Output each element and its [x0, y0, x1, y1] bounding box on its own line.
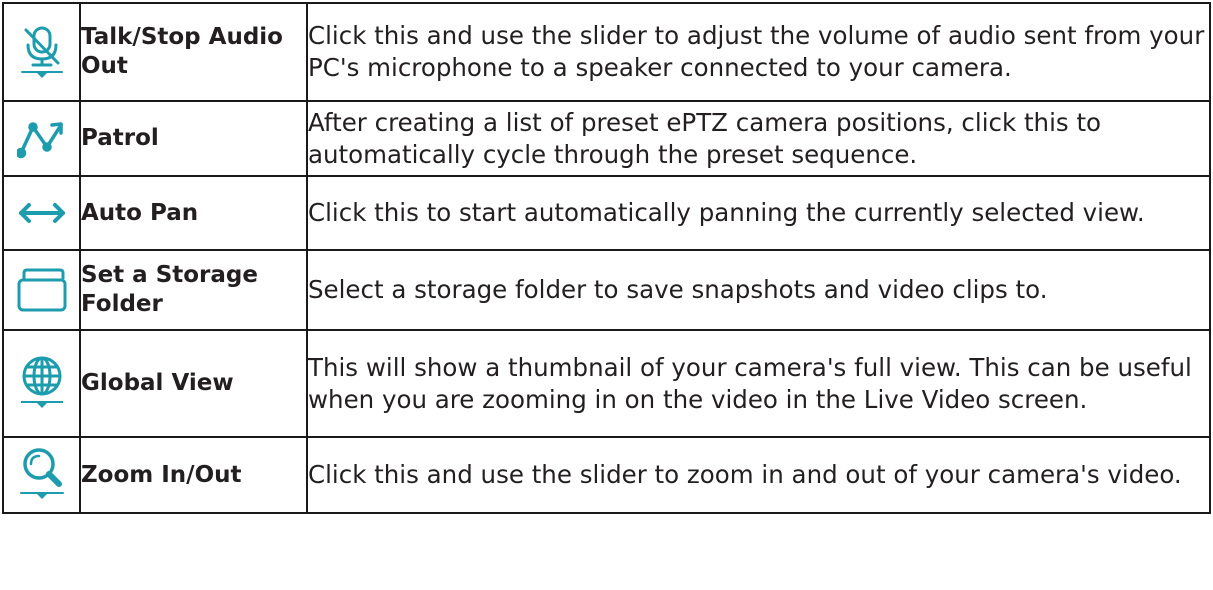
feature-table: Talk/Stop Audio Out Click this and use t… — [2, 2, 1211, 514]
feature-description: Click this to start automatically pannin… — [306, 175, 1211, 251]
icon-cell — [2, 249, 81, 331]
icon-cell — [2, 2, 81, 102]
magnifier-icon[interactable] — [4, 446, 79, 504]
feature-name: Set a Storage Folder — [79, 249, 308, 331]
table-row: Auto Pan Click this to start automatical… — [2, 175, 1211, 251]
feature-name: Zoom In/Out — [79, 436, 308, 514]
table-row: Patrol After creating a list of preset e… — [2, 100, 1211, 177]
icon-cell — [2, 100, 81, 177]
icon-cell — [2, 175, 81, 251]
table-row: Talk/Stop Audio Out Click this and use t… — [2, 2, 1211, 102]
feature-description: Click this and use the slider to adjust … — [306, 2, 1211, 102]
table-row: Zoom In/Out Click this and use the slide… — [2, 436, 1211, 514]
folder-icon[interactable] — [4, 267, 79, 313]
feature-description: Click this and use the slider to zoom in… — [306, 436, 1211, 514]
table-row: Set a Storage Folder Select a storage fo… — [2, 249, 1211, 331]
feature-name: Auto Pan — [79, 175, 308, 251]
feature-description: After creating a list of preset ePTZ cam… — [306, 100, 1211, 177]
icon-cell — [2, 436, 81, 514]
feature-name: Talk/Stop Audio Out — [79, 2, 308, 102]
table-row: Global View This will show a thumbnail o… — [2, 329, 1211, 438]
microphone-mute-icon[interactable] — [4, 25, 79, 79]
feature-description: Select a storage folder to save snapshot… — [306, 249, 1211, 331]
feature-description: This will show a thumbnail of your camer… — [306, 329, 1211, 438]
patrol-icon[interactable] — [4, 119, 79, 159]
feature-name: Global View — [79, 329, 308, 438]
feature-name: Patrol — [79, 100, 308, 177]
double-arrow-icon[interactable] — [4, 201, 79, 225]
globe-icon[interactable] — [4, 355, 79, 413]
icon-cell — [2, 329, 81, 438]
